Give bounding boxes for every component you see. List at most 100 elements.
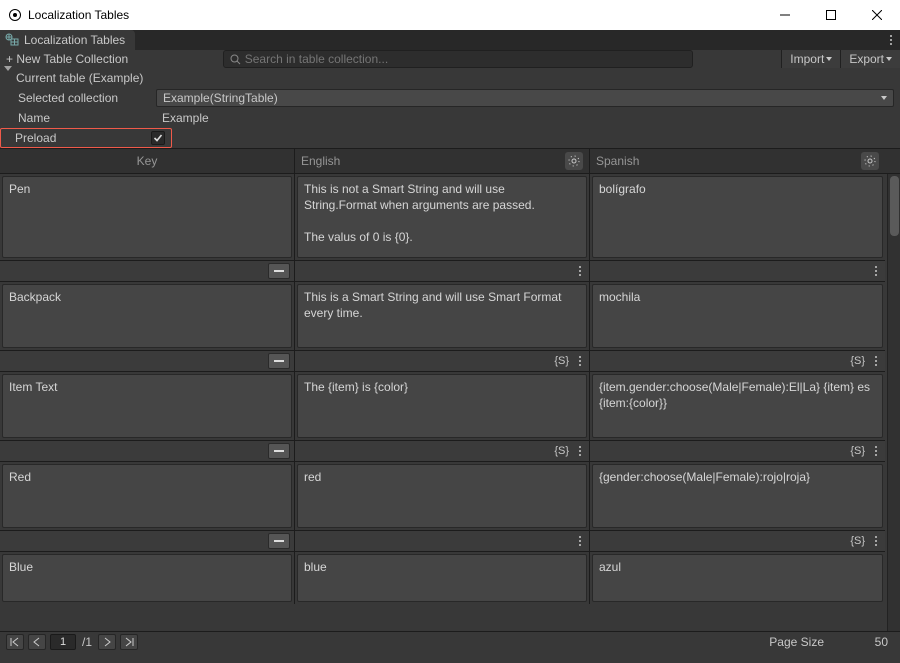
export-button[interactable]: Export <box>840 50 900 68</box>
toolbar: + New Table Collection Import Export <box>0 50 900 68</box>
key-cell: Backpack <box>0 282 295 372</box>
minimize-button[interactable] <box>762 0 808 30</box>
smart-string-badge: {S} <box>850 445 865 457</box>
cell-menu-button[interactable] <box>871 536 881 546</box>
cell-menu-button[interactable] <box>871 356 881 366</box>
spanish-cell: bolígrafo <box>590 174 885 282</box>
english-field[interactable]: The {item} is {color} <box>297 374 587 438</box>
tabstrip: Localization Tables <box>0 30 900 50</box>
window-title: Localization Tables <box>28 8 129 22</box>
english-field[interactable]: blue <box>297 554 587 602</box>
spanish-field[interactable]: {gender:choose(Male|Female):rojo|roja} <box>592 464 883 528</box>
lang-cell-footer <box>295 530 589 552</box>
preload-checkbox[interactable] <box>151 131 165 145</box>
table-row: Backpack This is a Smart String and will… <box>0 282 900 372</box>
key-field[interactable]: Red <box>2 464 292 528</box>
foldout-icon <box>4 66 12 85</box>
key-field[interactable]: Item Text <box>2 374 292 438</box>
table-rows: Pen This is not a Smart String and will … <box>0 174 900 631</box>
key-field[interactable]: Backpack <box>2 284 292 348</box>
english-cell: This is not a Smart String and will use … <box>295 174 590 282</box>
close-button[interactable] <box>854 0 900 30</box>
column-header-key[interactable]: Key <box>0 149 295 173</box>
search-box[interactable] <box>223 50 693 68</box>
maximize-button[interactable] <box>808 0 854 30</box>
tab-localization-tables[interactable]: Localization Tables <box>0 30 135 50</box>
column-header-spanish[interactable]: Spanish <box>590 149 885 173</box>
cell-menu-button[interactable] <box>575 356 585 366</box>
spanish-cell: {gender:choose(Male|Female):rojo|roja} {… <box>590 462 885 552</box>
current-table-label: Current table (Example) <box>16 71 143 85</box>
pager: 1 /1 Page Size 50 <box>0 631 900 651</box>
cell-menu-button[interactable] <box>871 446 881 456</box>
vertical-scrollbar[interactable] <box>887 174 900 631</box>
key-cell-footer <box>0 440 294 462</box>
remove-entry-button[interactable] <box>268 353 290 369</box>
selected-collection-value: Example(StringTable) <box>163 91 278 105</box>
spanish-field[interactable]: bolígrafo <box>592 176 883 258</box>
tables-icon <box>4 32 20 48</box>
key-cell: Pen <box>0 174 295 282</box>
window-titlebar: Localization Tables <box>0 0 900 30</box>
new-table-collection-button[interactable]: + New Table Collection <box>0 50 134 68</box>
key-cell: Blue <box>0 552 295 604</box>
spanish-cell: mochila {S} <box>590 282 885 372</box>
key-cell-footer <box>0 530 294 552</box>
remove-entry-button[interactable] <box>268 443 290 459</box>
lang-cell-footer: {S} <box>590 530 885 552</box>
key-cell-footer <box>0 260 294 282</box>
scrollbar-thumb[interactable] <box>890 176 899 236</box>
smart-string-badge: {S} <box>554 445 569 457</box>
lang-cell-footer: {S} <box>590 350 885 372</box>
last-page-button[interactable] <box>120 634 138 650</box>
page-size-value[interactable]: 50 <box>834 635 894 649</box>
lang-cell-footer <box>590 260 885 282</box>
page-total: /1 <box>80 635 94 649</box>
key-cell-footer <box>0 350 294 372</box>
app-icon <box>8 8 22 22</box>
cell-menu-button[interactable] <box>871 266 881 276</box>
caret-down-icon <box>886 57 892 61</box>
remove-entry-button[interactable] <box>268 533 290 549</box>
spanish-field[interactable]: mochila <box>592 284 883 348</box>
english-field[interactable]: red <box>297 464 587 528</box>
spanish-field[interactable]: {item.gender:choose(Male|Female):El|La} … <box>592 374 883 438</box>
lang-cell-footer: {S} <box>295 440 589 462</box>
prev-page-button[interactable] <box>28 634 46 650</box>
locale-settings-button[interactable] <box>565 152 583 170</box>
page-size-label: Page Size <box>769 635 824 649</box>
column-header-english[interactable]: English <box>295 149 590 173</box>
tab-label: Localization Tables <box>24 33 125 47</box>
name-value: Example <box>156 111 900 125</box>
selected-collection-dropdown[interactable]: Example(StringTable) <box>156 89 894 107</box>
cell-menu-button[interactable] <box>575 266 585 276</box>
english-field[interactable]: This is not a Smart String and will use … <box>297 176 587 258</box>
spanish-field[interactable]: azul <box>592 554 883 602</box>
table-row: Item Text The {item} is {color} {S} {ite… <box>0 372 900 462</box>
english-cell: This is a Smart String and will use Smar… <box>295 282 590 372</box>
table-row: Red red {gender:choose(Male|Female):rojo… <box>0 462 900 552</box>
table-row: Blue blue azul <box>0 552 900 604</box>
locale-settings-button[interactable] <box>861 152 879 170</box>
first-page-button[interactable] <box>6 634 24 650</box>
search-icon <box>230 54 241 65</box>
key-field[interactable]: Blue <box>2 554 292 602</box>
next-page-button[interactable] <box>98 634 116 650</box>
search-input[interactable] <box>245 52 686 66</box>
cell-menu-button[interactable] <box>575 446 585 456</box>
selected-collection-label: Selected collection <box>16 91 156 105</box>
spanish-cell: {item.gender:choose(Male|Female):El|La} … <box>590 372 885 462</box>
preload-label: Preload <box>13 131 151 145</box>
spanish-cell: azul <box>590 552 885 604</box>
cell-menu-button[interactable] <box>575 536 585 546</box>
import-button[interactable]: Import <box>781 50 840 68</box>
english-field[interactable]: This is a Smart String and will use Smar… <box>297 284 587 348</box>
tab-overflow-menu[interactable] <box>882 30 900 50</box>
preload-row-highlight: Preload <box>0 128 172 148</box>
key-field[interactable]: Pen <box>2 176 292 258</box>
page-number-input[interactable]: 1 <box>50 634 76 650</box>
remove-entry-button[interactable] <box>268 263 290 279</box>
english-cell: red <box>295 462 590 552</box>
current-table-foldout[interactable]: Current table (Example) <box>0 68 900 88</box>
key-cell: Red <box>0 462 295 552</box>
